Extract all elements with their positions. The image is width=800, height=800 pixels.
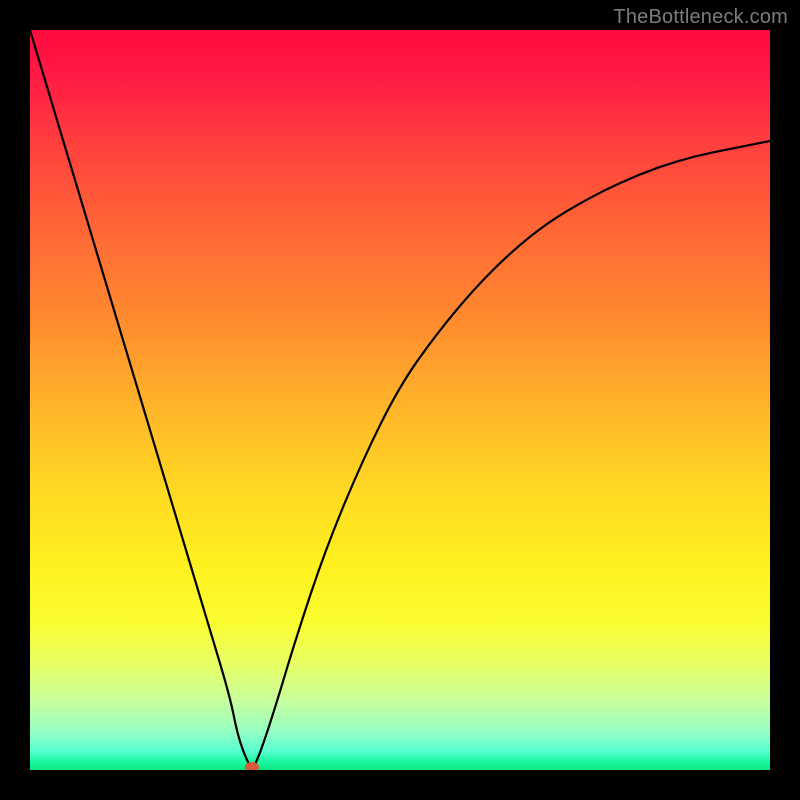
watermark-text: TheBottleneck.com xyxy=(613,6,788,29)
plot-area xyxy=(30,30,770,770)
bottleneck-curve xyxy=(30,30,770,766)
curve-overlay xyxy=(30,30,770,770)
minimum-marker xyxy=(245,762,259,770)
